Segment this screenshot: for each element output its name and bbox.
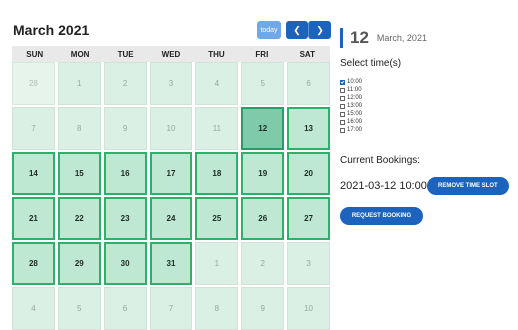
day-cell[interactable]: 8 [195,287,239,330]
time-slot-option[interactable]: 13:00 [340,102,362,110]
day-cell[interactable]: 15 [57,152,101,195]
time-slot-label: 16:00 [347,119,363,125]
time-slot-checkbox[interactable] [340,87,345,93]
day-cell[interactable]: 28 [12,242,55,285]
time-slot-checkbox[interactable] [340,103,345,109]
day-cell[interactable]: 22 [57,197,101,240]
day-cell[interactable]: 5 [57,287,101,330]
select-times-label: Select time(s) [340,58,402,69]
day-cell[interactable]: 4 [12,287,55,330]
weekday-label: SAT [299,49,315,59]
request-booking-button[interactable]: REQUEST BOOKING [340,207,423,225]
day-cell[interactable]: 29 [57,242,101,285]
day-cell[interactable]: 9 [241,287,285,330]
next-month-button[interactable]: ❯ [308,21,331,39]
day-cell[interactable]: 27 [287,197,330,240]
day-cell[interactable]: 11 [195,107,239,150]
day-cell[interactable]: 30 [103,242,147,285]
selected-day-number: 12 [350,28,369,47]
day-cell[interactable]: 1 [57,62,101,105]
current-bookings-label: Current Bookings: [340,155,421,166]
weekday-label: THU [208,49,225,59]
day-cell[interactable]: 14 [12,152,55,195]
time-slot-checkbox[interactable] [340,127,345,133]
day-cell[interactable]: 10 [287,287,330,330]
weekday-label: FRI [255,49,269,59]
time-slot-checkbox[interactable] [340,111,345,117]
time-slot-option[interactable]: 16:00 [340,118,362,126]
time-slot-checkbox[interactable] [340,95,345,101]
weekday-header: SUN MON TUE WED THU FRI SAT [12,46,330,62]
booking-row: 2021-03-12 10:00 REMOVE TIME SLOT [340,177,509,195]
day-cell[interactable]: 17 [149,152,193,195]
day-cell[interactable]: 2 [103,62,147,105]
booking-panel: 12 March, 2021 Select time(s) 10:00 11:00… [340,0,518,271]
month-title: March 2021 [13,22,90,38]
day-cell[interactable]: 6 [287,62,330,105]
day-cell[interactable]: 8 [57,107,101,150]
day-cell[interactable]: 9 [103,107,147,150]
selected-date-header: 12 March, 2021 [340,28,427,48]
day-cell[interactable]: 20 [287,152,330,195]
day-cell[interactable]: 3 [149,62,193,105]
weekday-label: TUE [117,49,134,59]
selected-month-year: March, 2021 [376,33,427,43]
time-slot-label: 10:00 [347,79,363,85]
day-cell[interactable]: 5 [241,62,285,105]
time-slot-label: 11:00 [347,87,362,93]
day-cell[interactable]: 21 [12,197,55,240]
time-slot-option[interactable]: 15:00 [340,110,362,118]
day-cell[interactable]: 7 [149,287,193,330]
today-button[interactable]: today [257,21,281,39]
time-slot-label: 17:00 [347,127,363,133]
day-cell[interactable]: 7 [12,107,55,150]
day-cell[interactable]: 1 [195,242,239,285]
chevron-right-icon: ❯ [316,24,324,35]
time-slot-option[interactable]: 17:00 [340,126,362,134]
time-slot-checkbox[interactable] [340,119,345,125]
day-cell[interactable]: 2 [241,242,285,285]
time-slot-option[interactable]: 10:00 [340,78,362,86]
time-slot-label: 15:00 [347,111,363,117]
day-cell[interactable]: 4 [195,62,239,105]
calendar-grid: 28 1 2 3 4 5 6 7 8 9 10 11 12 13 14 15 16 17 18 19 20 21 22 23 2… [12,62,330,330]
day-cell-selected[interactable]: 12 [241,107,285,150]
day-cell[interactable]: 28 [12,62,55,105]
day-cell[interactable]: 13 [287,107,330,150]
day-cell[interactable]: 10 [149,107,193,150]
time-slot-label: 12:00 [347,95,363,101]
calendar: March 2021 today ❮ ❯ SUN MON TUE WED THU… [10,0,331,330]
day-cell[interactable]: 3 [287,242,330,285]
day-cell[interactable]: 24 [149,197,193,240]
time-slot-option[interactable]: 12:00 [340,94,362,102]
weekday-label: WED [161,49,181,59]
chevron-left-icon: ❮ [293,24,301,35]
time-slot-list: 10:00 11:00 12:00 13:00 15:00 16:00 17:00 [340,78,362,134]
day-cell[interactable]: 6 [103,287,147,330]
weekday-label: SUN [26,49,44,59]
day-cell[interactable]: 23 [103,197,147,240]
weekday-label: MON [70,49,90,59]
time-slot-option[interactable]: 11:00 [340,86,362,94]
day-cell[interactable]: 31 [149,242,193,285]
booking-entry: 2021-03-12 10:00 [340,180,427,192]
day-cell[interactable]: 18 [195,152,239,195]
day-cell[interactable]: 26 [241,197,285,240]
remove-time-slot-button[interactable]: REMOVE TIME SLOT [426,177,509,195]
time-slot-checkbox[interactable] [340,79,345,85]
time-slot-label: 13:00 [347,103,363,109]
day-cell[interactable]: 25 [195,197,239,240]
day-cell[interactable]: 16 [103,152,147,195]
prev-month-button[interactable]: ❮ [286,21,308,39]
day-cell[interactable]: 19 [241,152,285,195]
